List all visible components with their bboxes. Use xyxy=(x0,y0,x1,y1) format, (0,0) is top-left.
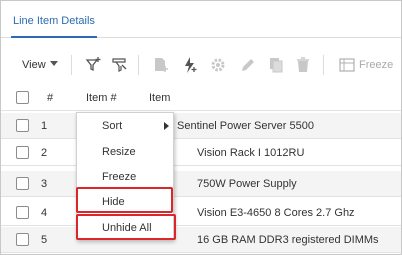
delete-icon[interactable] xyxy=(294,56,312,74)
menu-item-label: Resize xyxy=(102,146,136,158)
row-item-name: 16 GB RAM DDR3 registered DIMMs xyxy=(197,234,379,246)
tab-bar: Line Item Details xyxy=(1,1,401,38)
row-checkbox[interactable] xyxy=(16,177,29,190)
gear-icon[interactable] xyxy=(209,56,227,74)
add-item-icon[interactable] xyxy=(152,56,170,74)
table-row[interactable]: 2 Vision Rack I 1012RU xyxy=(1,140,401,166)
menu-item-freeze[interactable]: Freeze xyxy=(77,165,173,189)
tab-line-item-details[interactable]: Line Item Details xyxy=(11,15,97,38)
menu-item-resize[interactable]: Resize xyxy=(77,140,173,164)
line-item-details-panel: Line Item Details View Freeze # Item # I… xyxy=(0,0,402,255)
row-checkbox[interactable] xyxy=(16,119,29,132)
toolbar-divider xyxy=(138,55,139,75)
freeze-icon[interactable] xyxy=(338,56,356,74)
column-header-number[interactable]: # xyxy=(47,92,53,104)
row-number: 2 xyxy=(41,147,48,159)
submenu-arrow-icon xyxy=(164,122,169,130)
table-row[interactable]: 5 CM55004 16 GB RAM DDR3 registered DIMM… xyxy=(1,227,401,253)
grid-header-row: # Item # Item xyxy=(1,85,401,111)
row-number: 5 xyxy=(41,234,48,246)
menu-item-label: Sort xyxy=(102,120,123,132)
row-item-name: 750W Power Supply xyxy=(197,178,297,190)
row-checkbox[interactable] xyxy=(16,233,29,246)
table-row[interactable]: 1 Sentinel Power Server 5500 xyxy=(1,113,401,139)
row-checkbox[interactable] xyxy=(16,146,29,159)
toolbar-divider xyxy=(323,55,324,75)
view-menu-button[interactable]: View xyxy=(22,59,46,71)
select-all-checkbox[interactable] xyxy=(16,91,29,104)
highlight-box-unhide-all xyxy=(76,214,176,240)
table-row[interactable]: 3 750W Power Supply xyxy=(1,171,401,197)
row-checkbox[interactable] xyxy=(16,206,29,219)
row-number: 3 xyxy=(41,178,48,190)
table-row[interactable]: 4 Vision E3-4650 8 Cores 2.7 Ghz xyxy=(1,200,401,226)
line-items-grid: # Item # Item 1 Sentinel Power Server 55… xyxy=(1,85,401,254)
row-item-name: Vision E3-4650 8 Cores 2.7 Ghz xyxy=(197,207,355,219)
freeze-button[interactable]: Freeze xyxy=(359,59,393,71)
quick-add-icon[interactable] xyxy=(181,56,199,74)
row-item-name: Vision Rack I 1012RU xyxy=(197,147,305,159)
copy-icon[interactable] xyxy=(267,56,285,74)
row-item-name: Sentinel Power Server 5500 xyxy=(177,120,314,132)
row-number: 4 xyxy=(41,207,48,219)
filter-add-icon[interactable] xyxy=(85,56,103,74)
menu-item-sort[interactable]: Sort xyxy=(77,114,173,138)
menu-item-label: Freeze xyxy=(102,171,137,183)
column-header-item[interactable]: Item xyxy=(149,92,170,104)
filter-edit-icon[interactable] xyxy=(111,56,129,74)
column-header-item-number[interactable]: Item # xyxy=(86,92,117,104)
toolbar-divider xyxy=(71,55,72,75)
highlight-box-hide xyxy=(76,187,173,213)
edit-icon[interactable] xyxy=(239,56,257,74)
toolbar: View Freeze xyxy=(1,49,401,83)
row-number: 1 xyxy=(41,120,48,132)
chevron-down-icon[interactable] xyxy=(50,61,58,67)
